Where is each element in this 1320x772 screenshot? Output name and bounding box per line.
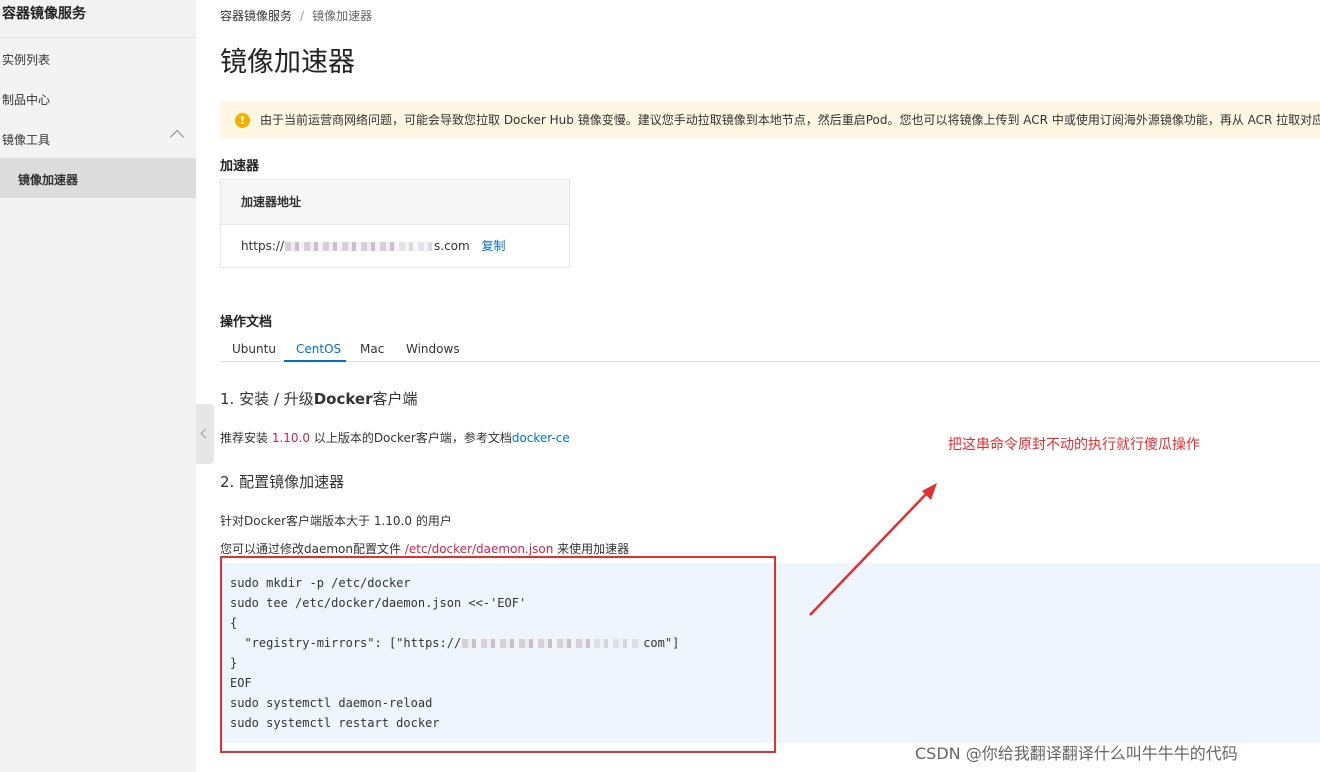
sidebar-collapse-handle[interactable] (196, 404, 214, 464)
step2-description-2: 您可以通过修改daemon配置文件 /etc/docker/daemon.jso… (220, 540, 629, 557)
copy-button[interactable]: 复制 (482, 239, 506, 253)
annotation-arrow-icon (809, 483, 937, 616)
breadcrumb: 容器镜像服务 / 镜像加速器 (220, 7, 372, 24)
main-content: 容器镜像服务 / 镜像加速器 镜像加速器 ! 由于当前运营商网络问题，可能会导致您拉… (220, 0, 1320, 772)
step2-heading: 2. 配置镜像加速器 (220, 473, 345, 491)
chevron-up-icon[interactable] (169, 129, 185, 145)
sidebar-item-instances[interactable]: 实例列表 (0, 38, 196, 78)
accelerator-address-suffix: s.com (434, 239, 470, 253)
tab-windows[interactable]: Windows (406, 342, 460, 356)
sidebar-item-image-accelerator[interactable]: 镜像加速器 (0, 158, 196, 198)
step2-desc-pre: 您可以通过修改daemon配置文件 (220, 542, 405, 556)
tab-centos[interactable]: CentOS (296, 342, 341, 356)
sidebar-item-label: 镜像工具 (2, 133, 51, 147)
notice-text: 由于当前运营商网络问题，可能会导致您拉取 Docker Hub 镜像变慢。建议您… (260, 113, 1320, 127)
step1-version: 1.10.0 (271, 431, 310, 445)
annotation-text: 把这串命令原封不动的执行就行傻瓜操作 (948, 437, 1200, 453)
redacted-block (285, 242, 398, 251)
breadcrumb-root[interactable]: 容器镜像服务 (220, 9, 292, 23)
accelerator-address-prefix: https:// (241, 239, 285, 253)
step1-tail: 客户端 (372, 390, 418, 408)
docker-ce-link[interactable]: docker-ce (512, 431, 570, 445)
watermark: CSDN @你给我翻译翻译什么叫牛牛牛的代码 (915, 744, 1238, 763)
notice-banner: ! 由于当前运营商网络问题，可能会导致您拉取 Docker Hub 镜像变慢。建… (220, 101, 1320, 139)
sidebar: 容器镜像服务 实例列表 制品中心 镜像工具 镜像加速器 (0, 0, 196, 772)
step1-number: 1. (220, 390, 240, 408)
accelerator-table: 加速器地址 https:// s.com 复制 (220, 179, 570, 268)
accelerator-address-row: https:// s.com 复制 (221, 225, 569, 268)
sidebar-item-artifacts[interactable]: 制品中心 (0, 78, 196, 118)
step2-desc-post: 来使用加速器 (553, 542, 630, 556)
accelerator-table-header: 加速器地址 (221, 180, 569, 225)
chevron-left-icon (200, 428, 211, 439)
os-tabs: Ubuntu CentOS Mac Windows (220, 335, 1320, 362)
step1-desc-pre: 推荐安装 (220, 431, 272, 445)
step1-desc-mid: 以上版本的Docker客户端，参考文档 (310, 431, 512, 445)
sidebar-item-image-tools[interactable]: 镜像工具 (0, 118, 196, 158)
daemon-json-path: /etc/docker/daemon.json (404, 542, 554, 556)
step1-text: 安装 / 升级 (239, 390, 314, 408)
tab-mac[interactable]: Mac (360, 342, 384, 356)
highlight-box (220, 556, 776, 753)
breadcrumb-current: 镜像加速器 (312, 9, 373, 23)
step1-bold: Docker (313, 390, 373, 408)
accelerator-section-title: 加速器 (220, 159, 260, 174)
step1-heading: 1. 安装 / 升级Docker客户端 (220, 388, 418, 409)
step1-description: 推荐安装 1.10.0 以上版本的Docker客户端，参考文档docker-ce (220, 429, 570, 446)
breadcrumb-separator: / (300, 9, 305, 23)
step2-description-1: 针对Docker客户端版本大于 1.10.0 的用户 (220, 514, 452, 528)
warning-icon: ! (235, 113, 250, 128)
page-title: 镜像加速器 (220, 47, 355, 78)
redacted-block (399, 242, 434, 251)
tab-ubuntu[interactable]: Ubuntu (232, 342, 276, 356)
docs-section-title: 操作文档 (220, 315, 273, 330)
sidebar-title: 容器镜像服务 (0, 0, 196, 38)
